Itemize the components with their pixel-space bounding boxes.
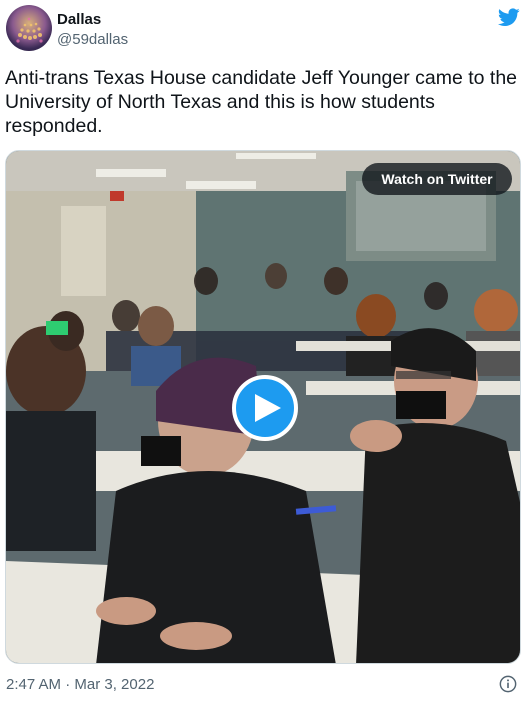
tweet-video[interactable]: Watch on Twitter xyxy=(5,150,521,664)
play-button[interactable] xyxy=(232,375,298,441)
info-icon[interactable] xyxy=(499,675,517,693)
avatar[interactable] xyxy=(6,5,52,51)
author-handle[interactable]: @59dallas xyxy=(57,31,128,48)
play-icon xyxy=(254,394,281,422)
watch-on-twitter-button[interactable]: Watch on Twitter xyxy=(362,163,512,195)
tweet-text: Anti-trans Texas House candidate Jeff Yo… xyxy=(5,67,518,137)
twitter-bird-icon[interactable] xyxy=(498,8,520,27)
tweet-timestamp[interactable]: 2:47 AM · Mar 3, 2022 xyxy=(6,676,154,693)
author-display-name[interactable]: Dallas xyxy=(57,11,101,28)
